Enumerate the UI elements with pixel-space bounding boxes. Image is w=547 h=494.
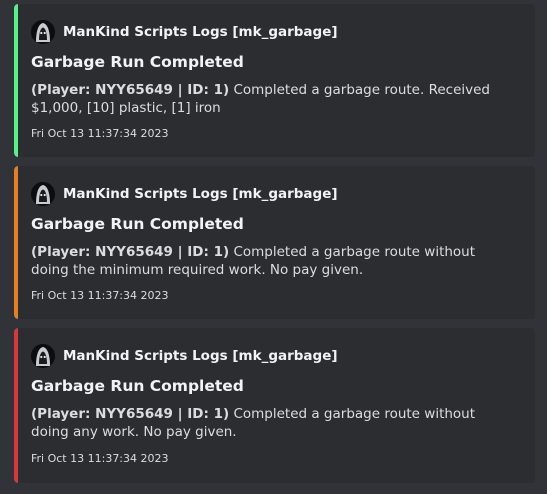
embed-author-name[interactable]: ManKind Scripts Logs [mk_garbage] [63,348,338,364]
player-identifier: (Player: NYY65649 | ID: 1) [31,82,230,98]
embed-description: (Player: NYY65649 | ID: 1) Completed a g… [31,405,507,441]
embed-accent-bar [14,166,18,319]
log-embed-3: ManKind Scripts Logs [mk_garbage] Garbag… [14,328,535,483]
embed-description: (Player: NYY65649 | ID: 1) Completed a g… [31,81,507,117]
embed-timestamp: Fri Oct 13 11:37:34 2023 [31,452,169,465]
player-identifier: (Player: NYY65649 | ID: 1) [31,406,230,422]
embed-author[interactable]: ManKind Scripts Logs [mk_garbage] [31,182,338,206]
log-embed-2: ManKind Scripts Logs [mk_garbage] Garbag… [14,166,535,319]
embed-title: Garbage Run Completed [31,377,244,395]
log-embed-1: ManKind Scripts Logs [mk_garbage] Garbag… [14,4,535,157]
embed-timestamp: Fri Oct 13 11:37:34 2023 [31,127,169,140]
embed-accent-bar [14,328,18,483]
embed-description: (Player: NYY65649 | ID: 1) Completed a g… [31,243,507,279]
embed-author-name[interactable]: ManKind Scripts Logs [mk_garbage] [63,24,338,40]
embed-title: Garbage Run Completed [31,53,244,71]
embed-author-name[interactable]: ManKind Scripts Logs [mk_garbage] [63,186,338,202]
player-identifier: (Player: NYY65649 | ID: 1) [31,244,230,260]
hooded-figure-icon[interactable] [31,20,55,44]
hooded-figure-icon[interactable] [31,182,55,206]
embed-author[interactable]: ManKind Scripts Logs [mk_garbage] [31,20,338,44]
embed-accent-bar [14,4,18,157]
embed-title: Garbage Run Completed [31,215,244,233]
embed-author[interactable]: ManKind Scripts Logs [mk_garbage] [31,344,338,368]
hooded-figure-icon[interactable] [31,344,55,368]
embed-timestamp: Fri Oct 13 11:37:34 2023 [31,289,169,302]
